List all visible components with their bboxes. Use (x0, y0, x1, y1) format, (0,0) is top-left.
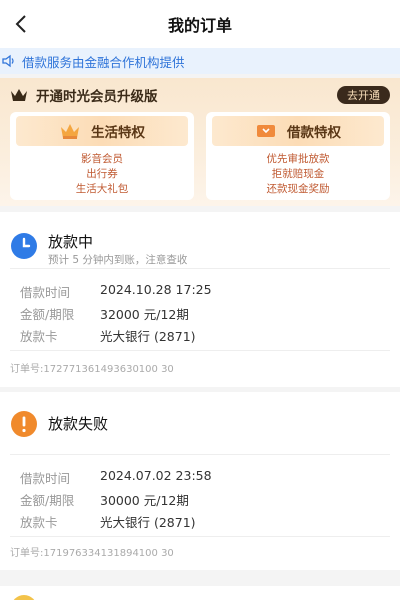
divider (10, 536, 390, 537)
crown-badge-icon (61, 124, 79, 139)
clock-icon (11, 233, 37, 259)
chevron-left-icon (15, 15, 26, 33)
exclamation-icon (11, 411, 37, 437)
payout-card-row: 放款卡 光大银行 (2871) (20, 515, 196, 530)
card-line: 影音会员 (81, 153, 123, 165)
status-icon (13, 595, 35, 600)
loan-time-row: 借款时间 2024.10.28 17:25 (20, 282, 212, 300)
amount-term-row: 金额/期限 30000 元/12期 (20, 493, 189, 508)
ticket-icon (257, 125, 275, 137)
order-card[interactable]: 放款失败 借款时间 2024.07.02 23:58 金额/期限 30000 元… (0, 392, 400, 570)
card-title: 借款特权 (287, 125, 341, 141)
amount-term-row: 金额/期限 32000 元/12期 (20, 307, 189, 322)
back-button[interactable] (6, 8, 36, 40)
notice-bar: 借款服务由金融合作机构提供 (0, 48, 400, 74)
card-line: 拒就赔现金 (271, 168, 325, 180)
card-header: 生活特权 (16, 116, 188, 146)
card-line: 还款现金奖励 (266, 183, 330, 195)
divider (10, 350, 390, 351)
divider (10, 268, 390, 269)
card-title: 生活特权 (91, 125, 145, 141)
order-status: 放款中 (48, 233, 94, 251)
card-line: 出行券 (86, 168, 118, 180)
card-line: 生活大礼包 (75, 183, 129, 195)
nav-bar: 我的订单 (0, 0, 400, 48)
order-card[interactable]: 放款中 预计 5 分钟内到账，注意查收 借款时间 2024.10.28 17:2… (0, 212, 400, 387)
order-number: 订单号:171976334131894100 30 (10, 548, 174, 559)
divider (10, 454, 390, 455)
speaker-icon (2, 54, 14, 68)
card-header: 借款特权 (212, 116, 384, 146)
life-privilege-card[interactable]: 生活特权 影音会员 出行券 生活大礼包 (10, 112, 194, 200)
page-title: 我的订单 (167, 16, 232, 35)
vip-promo: 开通时光会员升级版 去开通 生活特权 影音会员 出行券 生活大礼包 借款特权 优… (0, 78, 400, 206)
card-line: 优先审批放款 (266, 153, 330, 165)
loan-privilege-card[interactable]: 借款特权 优先审批放款 拒就赔现金 还款现金奖励 (206, 112, 390, 200)
order-card[interactable] (0, 586, 400, 600)
order-number: 订单号:172771361493630100 30 (10, 364, 174, 375)
payout-card-row: 放款卡 光大银行 (2871) (20, 329, 196, 344)
vip-header: 开通时光会员升级版 (10, 78, 390, 112)
notice-text: 借款服务由金融合作机构提供 (22, 54, 185, 70)
vip-title: 开通时光会员升级版 (36, 89, 158, 105)
loan-time-row: 借款时间 2024.07.02 23:58 (20, 468, 212, 486)
order-status: 放款失败 (48, 415, 109, 433)
privilege-cards: 生活特权 影音会员 出行券 生活大礼包 借款特权 优先审批放款 拒就赔现金 还款… (10, 112, 390, 200)
open-vip-button[interactable]: 去开通 (337, 86, 390, 104)
order-status-sub: 预计 5 分钟内到账，注意查收 (48, 254, 188, 266)
crown-icon (11, 89, 27, 101)
